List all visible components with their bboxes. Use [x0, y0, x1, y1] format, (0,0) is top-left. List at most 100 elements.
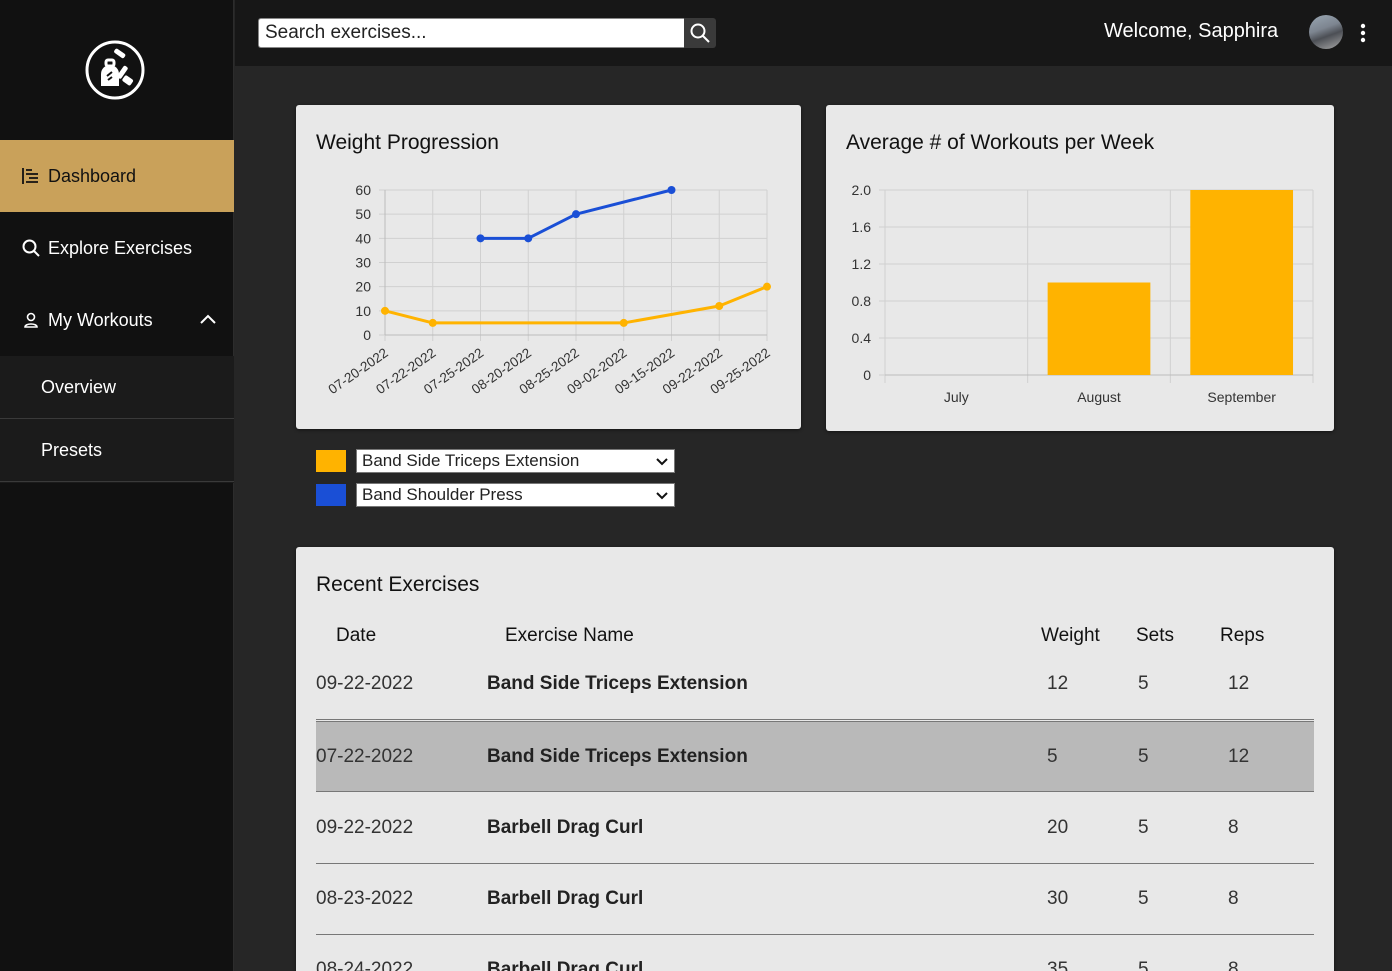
chevron-up-icon[interactable]	[198, 310, 218, 330]
select-value: Band Shoulder Press	[362, 485, 523, 504]
weight-progression-card: Weight Progression 60 50 40 30 20 10 0 07-20-20…	[296, 105, 801, 429]
cell-sets: 5	[1138, 817, 1149, 838]
cell-reps: 8	[1228, 888, 1239, 909]
y-tick-label: 0	[363, 327, 371, 343]
x-tick-label: August	[1077, 389, 1121, 405]
search-bar	[258, 18, 716, 48]
y-tick-label: 20	[355, 279, 371, 295]
recent-exercises-title: Recent Exercises	[316, 573, 480, 596]
exercise-select-1[interactable]: Band Side Triceps Extension	[356, 449, 675, 473]
exercise-select-2[interactable]: Band Shoulder Press	[356, 483, 675, 507]
data-point	[667, 186, 676, 194]
sidebar-subitem-label: Overview	[41, 376, 117, 397]
search-button[interactable]	[684, 18, 716, 48]
cell-sets: 5	[1138, 888, 1149, 909]
y-tick-label: 50	[355, 206, 371, 222]
sidebar-item-label: My Workouts	[48, 309, 153, 330]
my-workouts-submenu: Overview Presets	[0, 356, 234, 483]
bar	[1190, 190, 1294, 375]
x-tick-label: July	[944, 389, 969, 405]
y-tick-label: 1.2	[852, 256, 872, 272]
sidebar-item-explore-exercises[interactable]: Explore Exercises	[0, 212, 234, 284]
search-icon	[20, 237, 42, 259]
chevron-down-icon	[656, 458, 668, 466]
column-header-exercise-name: Exercise Name	[505, 625, 634, 646]
data-point	[763, 282, 771, 291]
search-input[interactable]	[258, 18, 684, 48]
column-header-date: Date	[336, 625, 377, 646]
legend-swatch-blue	[316, 484, 346, 506]
column-header-sets: Sets	[1136, 625, 1175, 646]
sidebar: Dashboard Explore Exercises My Workouts …	[0, 0, 234, 971]
cell-exercise-name: Barbell Drag Curl	[487, 888, 644, 909]
sidebar-item-label: Dashboard	[48, 165, 137, 186]
cell-exercise-name: Barbell Drag Curl	[487, 817, 644, 838]
cell-date: 07-22-2022	[316, 746, 414, 767]
y-tick-label: 30	[355, 255, 371, 271]
sidebar-item-my-workouts[interactable]: My Workouts	[0, 284, 234, 356]
recent-exercises-card: Recent Exercises Date Exercise Name Weig…	[296, 547, 1334, 971]
cell-exercise-name: Barbell Drag Curl	[487, 959, 644, 971]
cell-weight: 20	[1047, 817, 1069, 838]
y-tick-label: 10	[355, 303, 371, 319]
top-bar: Welcome, Sapphira	[235, 0, 1392, 66]
sidebar-item-overview[interactable]: Overview	[0, 356, 234, 419]
cell-date: 09-22-2022	[316, 673, 414, 694]
cell-weight: 30	[1047, 888, 1069, 909]
cell-reps: 8	[1228, 817, 1239, 838]
cell-sets: 5	[1138, 746, 1149, 767]
table-row[interactable]: 07-22-2022 Band Side Triceps Extension 5…	[316, 721, 1314, 792]
x-tick-label: September	[1207, 389, 1276, 405]
data-point	[619, 318, 628, 327]
welcome-text: Welcome, Sapphira	[1104, 20, 1279, 42]
cell-date: 08-24-2022	[316, 959, 414, 971]
cell-exercise-name: Band Side Triceps Extension	[487, 746, 748, 767]
data-point	[476, 234, 485, 243]
cell-reps: 12	[1228, 673, 1250, 694]
table-row[interactable]: 08-23-2022 Barbell Drag Curl 30 5 8	[316, 864, 1314, 935]
y-tick-label: 40	[355, 230, 371, 246]
search-icon	[690, 23, 710, 43]
chevron-down-icon	[656, 492, 668, 500]
y-tick-label: 0	[863, 367, 871, 383]
cell-sets: 5	[1138, 959, 1149, 971]
y-tick-label: 2.0	[852, 182, 872, 198]
sidebar-item-dashboard[interactable]: Dashboard	[0, 140, 234, 212]
table-row[interactable]: 09-22-2022 Barbell Drag Curl 20 5 8	[316, 793, 1314, 864]
sidebar-item-label: Explore Exercises	[48, 237, 193, 258]
avatar[interactable]	[1309, 15, 1343, 49]
cell-weight: 5	[1047, 746, 1058, 767]
cell-sets: 5	[1138, 673, 1149, 694]
legend-swatch-orange	[316, 450, 346, 472]
average-workouts-card: Average # of Workouts per Week 2.0 1.6 1.2…	[826, 105, 1334, 431]
cell-reps: 8	[1228, 959, 1239, 971]
weight-progression-chart: 605040302010007-20-202207-22-202207-25-2…	[326, 182, 773, 397]
cell-exercise-name: Band Side Triceps Extension	[487, 673, 748, 694]
bar	[1047, 282, 1151, 375]
more-vertical-icon[interactable]	[1353, 22, 1373, 44]
data-point	[381, 306, 389, 315]
user-icon	[20, 309, 42, 331]
table-row[interactable]: 09-22-2022 Band Side Triceps Extension 1…	[316, 649, 1314, 720]
data-point	[428, 318, 437, 327]
data-point	[572, 210, 580, 219]
table-row[interactable]: 08-24-2022 Barbell Drag Curl 35 5 8	[316, 935, 1314, 971]
cell-weight: 35	[1047, 959, 1069, 971]
y-tick-label: 0.8	[852, 293, 872, 309]
column-header-weight: Weight	[1041, 625, 1100, 646]
cell-reps: 12	[1228, 746, 1250, 767]
column-header-reps: Reps	[1220, 625, 1265, 646]
series-selector-row: Band Shoulder Press	[316, 483, 675, 507]
y-tick-label: 1.6	[852, 219, 872, 235]
data-point	[524, 234, 533, 243]
select-value: Band Side Triceps Extension	[362, 451, 580, 470]
cell-weight: 12	[1047, 673, 1069, 694]
series-selector-row: Band Side Triceps Extension	[316, 449, 675, 473]
cell-date: 09-22-2022	[316, 817, 414, 838]
app-logo[interactable]	[85, 40, 145, 100]
y-tick-label: 0.4	[852, 330, 872, 346]
data-point	[715, 302, 724, 310]
sidebar-subitem-label: Presets	[41, 439, 103, 460]
sidebar-item-presets[interactable]: Presets	[0, 419, 234, 482]
cell-date: 08-23-2022	[316, 888, 414, 909]
